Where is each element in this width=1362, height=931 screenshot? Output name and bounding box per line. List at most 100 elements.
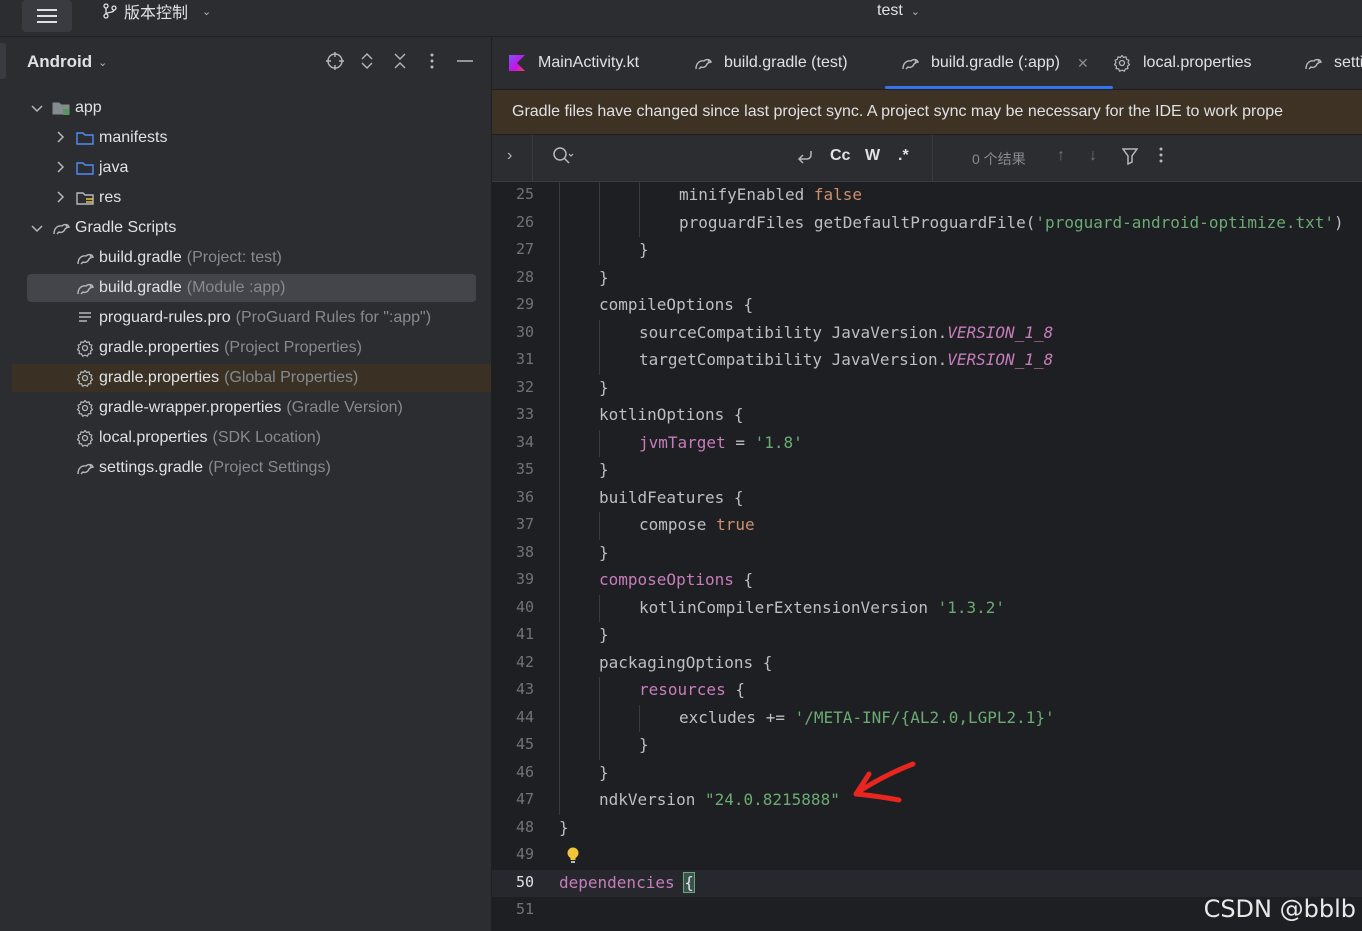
tree-item[interactable]: manifests [12, 124, 491, 152]
code-token: { [683, 871, 695, 893]
line-number: 29 [515, 295, 534, 313]
code-token: jvmTarget [639, 432, 726, 452]
gear-icon [1113, 54, 1131, 72]
new-line-icon[interactable] [795, 147, 815, 170]
tree-item[interactable]: gradle.properties (Global Properties) [12, 364, 491, 392]
editor-tab[interactable]: build.gradle (test) [694, 37, 848, 89]
whole-words-button[interactable]: W [865, 147, 880, 165]
tree-item-label: Gradle Scripts [75, 219, 177, 236]
code-line: resources { [639, 680, 745, 699]
search-icon[interactable] [552, 146, 574, 171]
tree-item[interactable]: gradle.properties (Project Properties) [12, 334, 491, 362]
chevron-right-icon[interactable] [54, 130, 68, 146]
code-line: } [599, 378, 609, 397]
filter-icon[interactable] [1121, 147, 1139, 170]
tree-item[interactable]: settings.gradle (Project Settings) [12, 454, 491, 482]
tree-item[interactable]: local.properties (SDK Location) [12, 424, 491, 452]
line-number: 35 [515, 460, 534, 478]
code-token: } [599, 377, 609, 397]
main-menu-button[interactable] [22, 0, 72, 32]
project-tool-tab[interactable] [0, 43, 6, 79]
expand-replace-icon[interactable]: › [507, 147, 512, 165]
tree-item[interactable]: java [12, 154, 491, 182]
code-line: compose true [639, 515, 755, 534]
banner-text: Gradle files have changed since last pro… [512, 103, 1284, 120]
collapse-all-icon[interactable] [390, 51, 410, 71]
locate-icon[interactable] [325, 51, 345, 71]
tree-item[interactable]: app [12, 94, 491, 122]
tree-item[interactable]: proguard-rules.pro (ProGuard Rules for ":… [12, 304, 491, 332]
code-line: } [599, 460, 609, 479]
line-number: 28 [515, 267, 534, 286]
code-token: ndkVersion [599, 790, 705, 809]
tree-item[interactable]: build.gradle (Module :app) [12, 274, 491, 302]
chevron-down-icon: ⌄ [202, 5, 212, 18]
line-number: 41 [515, 625, 534, 643]
res-folder-icon [76, 189, 94, 207]
more-options-icon[interactable] [1159, 147, 1163, 168]
next-occurrence-icon[interactable]: ↓ [1089, 147, 1097, 165]
tree-item-label: res [99, 189, 122, 206]
vcs-widget[interactable]: 版本控制 ⌄ [102, 0, 211, 22]
editor-tab[interactable]: MainActivity.kt [508, 37, 639, 89]
editor-tab[interactable]: local.properties [1113, 37, 1252, 89]
previous-occurrence-icon[interactable]: ↑ [1057, 147, 1065, 165]
code-line: kotlinCompilerExtensionVersion '1.3.2' [639, 598, 1005, 617]
code-line: } [599, 268, 609, 287]
gradle-icon [694, 54, 712, 72]
gear-icon [76, 399, 94, 417]
hide-panel-icon[interactable] [455, 51, 475, 71]
tree-item[interactable]: build.gradle (Project: test) [12, 244, 491, 272]
gradle-sync-banner: Gradle files have changed since last pro… [492, 90, 1362, 134]
line-number: 46 [515, 762, 534, 781]
line-number: 30 [515, 322, 534, 341]
line-number: 31 [515, 350, 534, 368]
editor-tab[interactable]: build.gradle (:app) ✕ [885, 37, 1113, 89]
code-token: = [725, 432, 755, 452]
code-line: } [599, 625, 609, 644]
code-token: ) [1334, 212, 1344, 232]
regex-button[interactable]: .* [898, 147, 909, 165]
close-icon[interactable]: ✕ [1077, 55, 1089, 72]
code-line: compileOptions { [599, 295, 753, 314]
lightbulb-icon[interactable] [566, 847, 580, 870]
code-token: } [559, 817, 569, 837]
code-line: sourceCompatibility JavaVersion.VERSION_… [639, 323, 1053, 342]
tree-item-description: (ProGuard Rules for ":app") [235, 309, 432, 326]
match-case-button[interactable]: Cc [830, 147, 850, 165]
line-number: 38 [515, 542, 534, 561]
editor-tab[interactable]: setti [1304, 37, 1362, 89]
code-line: jvmTarget = '1.8' [639, 433, 803, 452]
tree-item[interactable]: res [12, 184, 491, 212]
code-token: excludes += [679, 707, 795, 727]
annotation-arrow-icon [853, 761, 916, 803]
more-options-icon[interactable] [422, 51, 442, 71]
project-switcher[interactable]: test ⌄ [877, 0, 920, 22]
code-token: VERSION_1_8 [947, 322, 1054, 342]
chevron-right-icon[interactable] [54, 160, 68, 176]
code-editor[interactable]: 25 minifyEnabled false 26 proguardFiles get… [492, 182, 1362, 931]
line-number: 40 [515, 597, 534, 616]
chevron-down-icon: ⌄ [98, 56, 108, 69]
title-bar: 版本控制 ⌄ test ⌄ [0, 0, 1362, 37]
chevron-down-icon[interactable] [30, 101, 44, 116]
tree-item-description: (Project Properties) [224, 339, 362, 356]
code-line: proguardFiles getDefaultProguardFile('pr… [679, 213, 1344, 232]
tree-item[interactable]: Gradle Scripts [12, 214, 491, 242]
code-token: minifyEnabled [679, 185, 814, 204]
tree-item[interactable]: gradle-wrapper.properties (Gradle Version… [12, 394, 491, 422]
chevron-right-icon[interactable] [54, 190, 68, 206]
line-number: 33 [515, 405, 534, 423]
code-token: '/META-INF/{AL2.0,LGPL2.1}' [794, 707, 1055, 727]
project-view-selector[interactable]: Android ⌄ [27, 52, 107, 72]
chevron-down-icon[interactable] [30, 221, 44, 236]
tree-item-label: gradle.properties [99, 339, 220, 356]
line-number: 47 [515, 790, 534, 808]
code-line: } [599, 543, 609, 562]
code-token: } [599, 625, 609, 644]
code-line: packagingOptions { [599, 653, 772, 672]
line-number: 51 [515, 900, 534, 918]
expand-all-icon[interactable] [357, 51, 377, 71]
gear-icon [76, 369, 94, 387]
tree-item-label: gradle.properties [99, 369, 220, 386]
